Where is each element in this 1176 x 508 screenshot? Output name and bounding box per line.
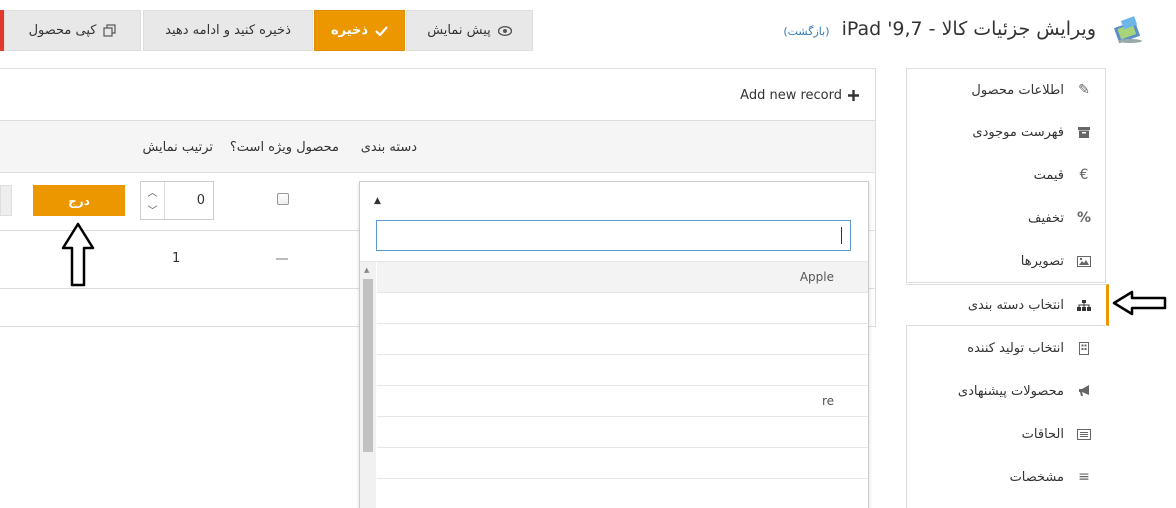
- list-item[interactable]: [377, 417, 868, 448]
- copy-label: کپی محصول: [28, 23, 97, 38]
- preview-label: پیش نمایش: [427, 23, 491, 38]
- page-title-text: ویرایش جزئیات کالا - iPad '9,7: [841, 18, 1096, 40]
- menu-item-label: محصولات پیشنهادی: [957, 383, 1064, 399]
- menu-item-related[interactable]: محصولات پیشنهادی: [958, 371, 1092, 411]
- annotation-arrow-up-icon: [61, 222, 95, 287]
- menu-item-label: فهرست موجودی: [972, 124, 1064, 140]
- list-item[interactable]: [377, 479, 868, 508]
- copy-icon: [103, 24, 117, 37]
- grid-toolbar: Add new record: [0, 69, 875, 121]
- preview-button[interactable]: پیش نمایش: [406, 10, 533, 51]
- menu-item-inventory[interactable]: فهرست موجودی: [972, 112, 1092, 152]
- menu-item-label: الحاقات: [1021, 426, 1064, 442]
- menu-item-images[interactable]: تصویرها: [1021, 241, 1092, 281]
- list-item[interactable]: Apple: [377, 262, 868, 293]
- cancel-button-edge[interactable]: [0, 185, 12, 216]
- list-item[interactable]: [377, 324, 868, 355]
- save-button[interactable]: ذخیره: [314, 10, 405, 51]
- stepper-arrows[interactable]: ︿ ﹀: [141, 182, 165, 219]
- column-header-category[interactable]: دسته بندی: [361, 140, 417, 155]
- grid-header-row: دسته بندی محصول ویژه است؟ ترتیب نمایش: [0, 121, 875, 173]
- app-logo-icon: [1113, 16, 1142, 44]
- plus-icon: [848, 90, 859, 101]
- euro-icon: €: [1079, 167, 1089, 183]
- menu-item-label: تخفیف: [1028, 210, 1064, 226]
- column-header-featured[interactable]: محصول ویژه است؟: [230, 140, 339, 155]
- menu-item-category[interactable]: انتخاب دسته بندی: [968, 285, 1092, 325]
- menu-item-label: انتخاب تولید کننده: [967, 340, 1064, 356]
- menu-item-price[interactable]: € قیمت: [1034, 155, 1092, 195]
- menu-item-label: مشخصات: [1009, 469, 1064, 485]
- scroll-up-icon[interactable]: ▲: [364, 266, 369, 274]
- list-item[interactable]: re: [377, 386, 868, 417]
- bars-icon: ≡: [1078, 469, 1090, 485]
- save-label: ذخیره: [330, 23, 369, 38]
- display-order-value: 0: [196, 193, 205, 208]
- scrollbar-thumb[interactable]: [363, 279, 373, 452]
- check-icon: [375, 25, 388, 36]
- menu-item-label: تصویرها: [1020, 253, 1064, 269]
- list-item[interactable]: [377, 355, 868, 386]
- chevron-up-icon[interactable]: ︿: [148, 184, 158, 199]
- menu-border: [906, 326, 907, 508]
- display-order-stepper[interactable]: ︿ ﹀ 0: [140, 181, 214, 220]
- list-item[interactable]: [377, 293, 868, 324]
- building-icon: [1076, 341, 1092, 355]
- page: ویرایش جزئیات کالا - iPad '9,7 (بازگشت) …: [0, 0, 1176, 508]
- list-alt-icon: [1076, 428, 1092, 440]
- menu-item-specifications[interactable]: ≡ مشخصات: [1010, 457, 1092, 497]
- copy-product-button[interactable]: کپی محصول: [4, 10, 141, 51]
- row-display-order: 1: [172, 251, 181, 266]
- menu-item-product-info[interactable]: ✎ اطلاعات محصول: [971, 70, 1092, 110]
- featured-checkbox[interactable]: [277, 193, 289, 205]
- menu-item-label: قیمت: [1033, 167, 1064, 183]
- caret-up-icon[interactable]: ▲: [374, 196, 381, 206]
- menu-item-discount[interactable]: % تخفیف: [1028, 198, 1092, 238]
- add-new-record-button[interactable]: Add new record: [740, 88, 859, 103]
- add-record-label: Add new record: [740, 88, 842, 103]
- menu-item-attachments[interactable]: الحاقات: [1022, 414, 1092, 454]
- menu-item-manufacturer[interactable]: انتخاب تولید کننده: [967, 328, 1092, 368]
- category-search-input[interactable]: [376, 220, 851, 251]
- chevron-down-icon[interactable]: ﹀: [148, 202, 158, 217]
- delete-button-edge[interactable]: [0, 10, 4, 51]
- image-icon: [1076, 255, 1092, 267]
- column-header-display-order[interactable]: ترتیب نمایش: [142, 140, 213, 155]
- category-options-list: ▲ Apple re: [360, 261, 868, 508]
- save-continue-label: ذخیره کنید و ادامه دهید: [165, 23, 291, 38]
- featured-empty-value: [276, 258, 288, 260]
- back-link[interactable]: (بازگشت): [783, 25, 829, 38]
- archive-icon: [1076, 126, 1092, 138]
- list-item[interactable]: [377, 448, 868, 479]
- bullhorn-icon: [1076, 385, 1092, 397]
- eye-icon: [497, 25, 512, 36]
- sitemap-icon: [1076, 299, 1092, 311]
- pencil-icon: ✎: [1078, 82, 1090, 98]
- percent-icon: %: [1076, 210, 1092, 226]
- insert-button[interactable]: درج: [33, 185, 125, 216]
- save-continue-button[interactable]: ذخیره کنید و ادامه دهید: [143, 10, 313, 51]
- menu-item-label: انتخاب دسته بندی: [967, 297, 1064, 313]
- text-cursor: [841, 227, 842, 244]
- scrollbar[interactable]: ▲: [360, 262, 376, 508]
- menu-item-label: اطلاعات محصول: [971, 82, 1064, 98]
- page-title: ویرایش جزئیات کالا - iPad '9,7 (بازگشت): [783, 18, 1096, 40]
- category-dropdown[interactable]: ▲ ▲ Apple re: [359, 181, 869, 508]
- annotation-arrow-left-icon: [1112, 290, 1167, 316]
